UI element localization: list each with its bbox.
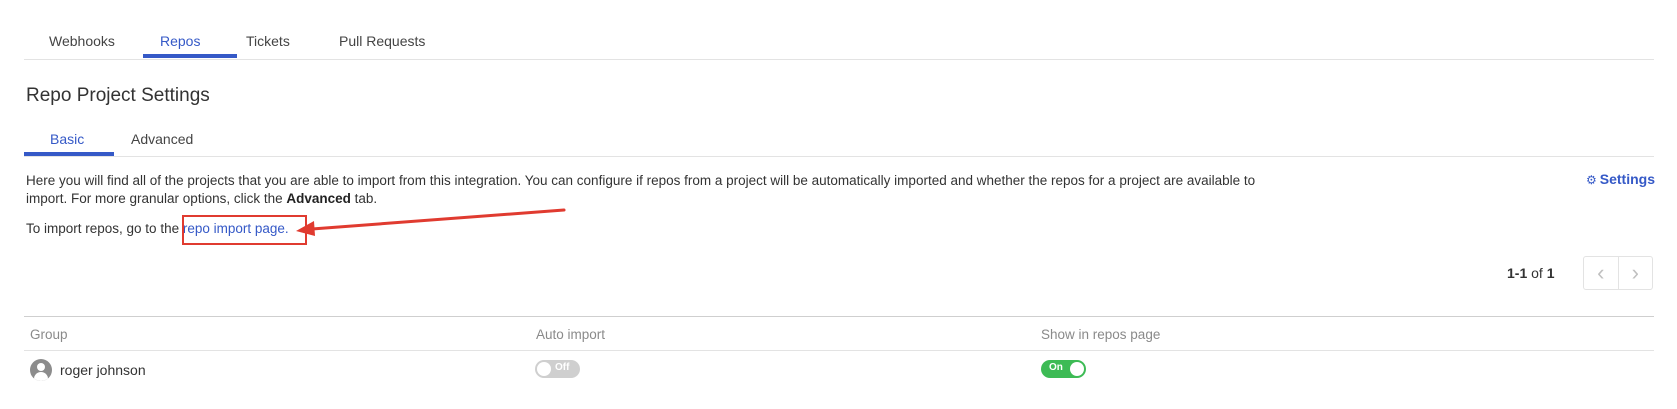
chevron-left-icon[interactable]: ‹ [1584, 257, 1618, 289]
table-header: Group Auto import Show in repos page [24, 317, 1654, 351]
tab-repos[interactable]: Repos [160, 33, 200, 49]
tab-tickets[interactable]: Tickets [246, 33, 290, 49]
header-show-in-repos: Show in repos page [1041, 327, 1161, 342]
annotation-highlight-box [182, 215, 307, 245]
tab-pull-requests[interactable]: Pull Requests [339, 33, 425, 49]
pagination-controls: ‹ › [1583, 256, 1653, 290]
tab-webhooks[interactable]: Webhooks [49, 33, 115, 49]
settings-link[interactable]: ⚙ Settings [1586, 171, 1655, 187]
groups-table: Group Auto import Show in repos page rog… [24, 316, 1654, 389]
auto-import-toggle[interactable]: Off [535, 360, 580, 378]
description-text: Here you will find all of the projects t… [26, 173, 1256, 206]
chevron-right-icon[interactable]: › [1617, 257, 1653, 289]
tab-advanced[interactable]: Advanced [131, 131, 193, 147]
group-name: roger johnson [60, 362, 146, 378]
tab-basic[interactable]: Basic [50, 131, 84, 147]
advanced-emphasis: Advanced [286, 191, 351, 206]
active-tab-indicator [143, 54, 237, 58]
header-auto-import: Auto import [536, 327, 606, 342]
show-in-repos-toggle[interactable]: On [1041, 360, 1086, 378]
header-group: Group [30, 327, 68, 342]
annotation-arrow [296, 208, 566, 236]
sub-tab-bar: Basic Advanced [24, 117, 1654, 157]
top-tab-bar: Webhooks Repos Tickets Pull Requests [24, 0, 1654, 60]
page-title: Repo Project Settings [26, 85, 210, 106]
active-subtab-indicator [24, 152, 114, 156]
pagination-summary: 1-1 of 1 [1507, 265, 1555, 281]
user-avatar-icon [30, 359, 52, 381]
gear-icon: ⚙ [1586, 173, 1597, 187]
table-row: roger johnson Off On [24, 351, 1654, 389]
